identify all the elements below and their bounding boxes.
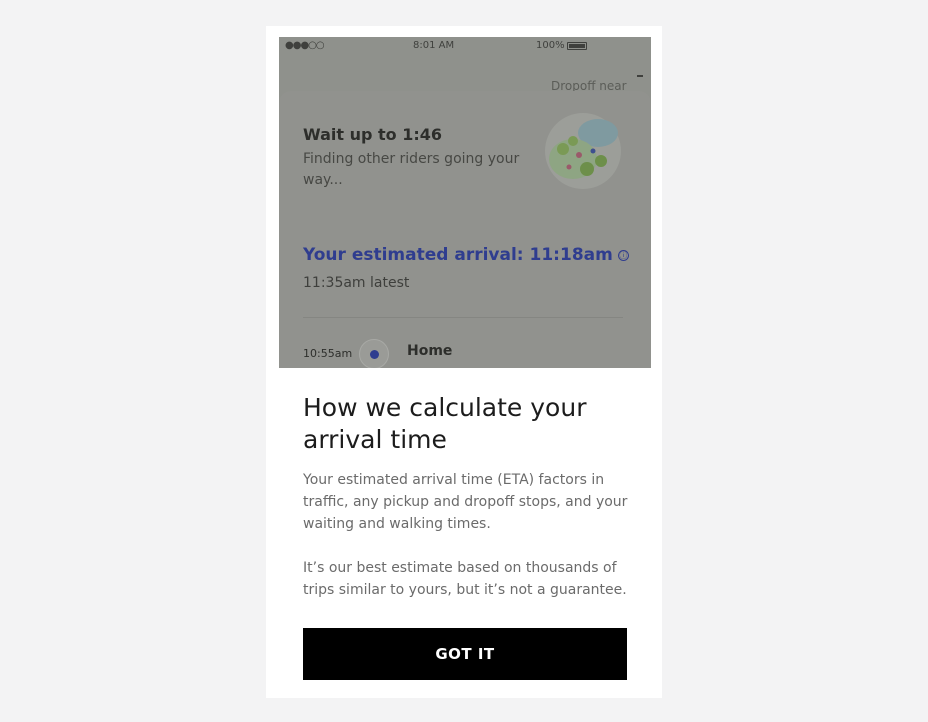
location-dot-icon — [359, 339, 389, 368]
park-illustration-icon — [545, 113, 621, 189]
modal-title: How we calculate your arrival time — [303, 393, 587, 454]
map-marker-dash — [637, 75, 643, 77]
battery-icon — [567, 42, 587, 50]
modal-paragraph-2: It’s our best estimate based on thousand… — [303, 560, 627, 598]
stop-name: Home — [407, 343, 453, 359]
signal-indicator: ●●●○○ — [285, 40, 325, 51]
background-screen: ●●●○○ 8:01 AM 100% Dropoff near Wait up … — [279, 37, 651, 368]
wait-subtitle: Finding other riders going your way... — [303, 151, 520, 188]
status-bar: ●●●○○ 8:01 AM 100% — [279, 37, 651, 57]
info-icon[interactable]: ⓘ — [617, 250, 629, 261]
trip-card: Wait up to 1:46 Finding other riders goi… — [279, 91, 651, 368]
eta-latest: 11:35am latest — [303, 275, 410, 291]
modal-paragraph-1: Your estimated arrival time (ETA) factor… — [303, 472, 628, 532]
stop-time: 10:55am — [303, 347, 353, 360]
wait-title: Wait up to 1:46 — [303, 125, 442, 144]
battery-percent: 100% — [536, 40, 565, 51]
eta-title[interactable]: Your estimated arrival: 11:18am ⓘ — [303, 245, 629, 265]
divider — [303, 317, 623, 318]
got-it-button[interactable]: GOT IT — [303, 628, 627, 680]
eta-title-text: Your estimated arrival: 11:18am — [303, 245, 613, 265]
status-time: 8:01 AM — [413, 40, 455, 51]
